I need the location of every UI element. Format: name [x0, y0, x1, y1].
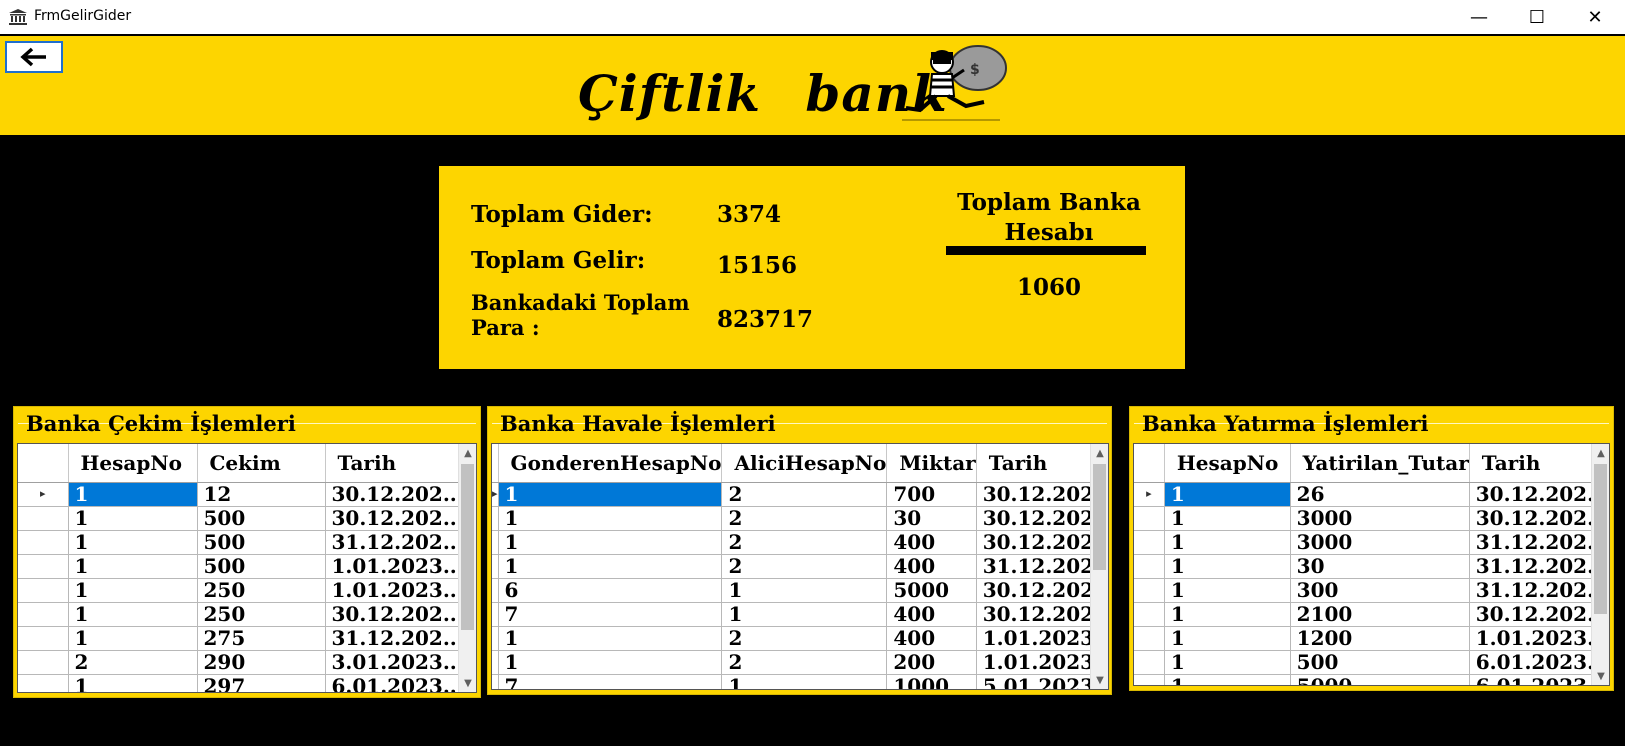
divider: [946, 246, 1146, 255]
table-row[interactable]: ▸ 1 26 30.12.202...: [1134, 482, 1609, 507]
table-header-row: GonderenHesapNo AliciHesapNo Miktar Tari…: [492, 444, 1108, 483]
transfers-table: GonderenHesapNo AliciHesapNo Miktar Tari…: [492, 444, 1108, 689]
table-row[interactable]: 1 297 6.01.2023...: [18, 674, 465, 692]
table-row[interactable]: 1 5000 6.01.2023...: [1134, 674, 1609, 685]
column-header[interactable]: Cekim: [197, 444, 326, 483]
scroll-up-icon[interactable]: ▲: [459, 444, 476, 462]
table-header-row: HesapNo Cekim Tarih: [18, 444, 465, 483]
table-row[interactable]: 1 500 6.01.2023...: [1134, 650, 1609, 675]
summary-panel: Toplam Gider: 3374 Toplam Gelir: 15156 B…: [439, 166, 1185, 369]
total-bank-accounts-value: 1060: [1016, 274, 1081, 301]
deposits-title: Banka Yatırma İşlemleri: [1142, 411, 1429, 436]
back-button[interactable]: [5, 41, 63, 73]
total-income-label: Toplam Gelir:: [471, 247, 646, 274]
table-row[interactable]: 1 2100 30.12.202...: [1134, 602, 1609, 627]
vertical-scrollbar[interactable]: ▲ ▼: [1591, 444, 1609, 685]
scroll-down-icon[interactable]: ▼: [459, 674, 476, 692]
vertical-scrollbar[interactable]: ▲ ▼: [1090, 444, 1108, 689]
scroll-down-icon[interactable]: ▼: [1091, 671, 1108, 689]
thief-icon: $: [902, 45, 1007, 121]
table-row[interactable]: 1 2 400 31.12.202...: [492, 554, 1108, 579]
table-row[interactable]: 1 1200 1.01.2023...: [1134, 626, 1609, 651]
table-row[interactable]: 6 1 5000 30.12.202...: [492, 578, 1108, 603]
table-row[interactable]: 1 250 1.01.2023...: [18, 578, 465, 603]
scroll-up-icon[interactable]: ▲: [1592, 444, 1609, 462]
table-header-row: HesapNo Yatirilan_Tutar Tarih: [1134, 444, 1609, 483]
transfers-group: Banka Havale İşlemleri GonderenHesapNo A…: [487, 406, 1112, 695]
table-row[interactable]: 1 2 400 1.01.2023 ...: [492, 626, 1108, 651]
column-header[interactable]: HesapNo: [1164, 444, 1291, 483]
column-header[interactable]: HesapNo: [68, 444, 198, 483]
withdrawals-title: Banka Çekim İşlemleri: [26, 411, 296, 436]
header-banner: Çiftlik bank $: [0, 36, 1625, 135]
table-row[interactable]: 1 2 200 1.01.2023 ...: [492, 650, 1108, 675]
transfers-grid[interactable]: GonderenHesapNo AliciHesapNo Miktar Tari…: [491, 443, 1109, 690]
table-row[interactable]: 1 3000 30.12.202...: [1134, 506, 1609, 531]
scroll-thumb[interactable]: [1594, 464, 1607, 614]
table-row[interactable]: 1 3000 31.12.202...: [1134, 530, 1609, 555]
bank-total-money-label: Bankadaki Toplam Para :: [471, 290, 690, 340]
table-row[interactable]: 1 500 1.01.2023...: [18, 554, 465, 579]
table-row[interactable]: 1 2 30 30.12.202...: [492, 506, 1108, 531]
column-header[interactable]: Tarih: [325, 444, 465, 483]
table-row[interactable]: 1 2 400 30.12.202...: [492, 530, 1108, 555]
total-expense-value: 3374: [717, 201, 782, 228]
withdrawals-grid[interactable]: HesapNo Cekim Tarih ▸ 1 12 30.12.202... 1 50…: [17, 443, 477, 693]
brand-title: Çiftlik bank: [578, 64, 948, 123]
column-header[interactable]: GonderenHesapNo: [498, 444, 723, 483]
scroll-thumb[interactable]: [1093, 464, 1106, 570]
svg-text:$: $: [970, 62, 980, 78]
column-header[interactable]: Miktar: [886, 444, 977, 483]
transfers-title: Banka Havale İşlemleri: [500, 411, 776, 436]
window-title: FrmGelirGider: [34, 8, 132, 24]
table-row[interactable]: 2 290 3.01.2023...: [18, 650, 465, 675]
deposits-table: HesapNo Yatirilan_Tutar Tarih ▸ 1 26 30.12.…: [1134, 444, 1609, 685]
table-row[interactable]: 1 30 31.12.202...: [1134, 554, 1609, 579]
table-row[interactable]: 1 500 31.12.202...: [18, 530, 465, 555]
column-header[interactable]: AliciHesapNo: [721, 444, 888, 483]
table-row[interactable]: 1 275 31.12.202...: [18, 626, 465, 651]
close-button[interactable]: ✕: [1566, 0, 1624, 34]
arrow-left-icon: [20, 47, 46, 67]
column-header[interactable]: Tarih: [1469, 444, 1609, 483]
column-header[interactable]: Yatirilan_Tutar: [1290, 444, 1470, 483]
scroll-thumb[interactable]: [461, 464, 474, 630]
total-bank-accounts-label: Toplam Banka Hesabı: [957, 189, 1141, 246]
scroll-up-icon[interactable]: ▲: [1091, 444, 1108, 462]
bank-icon: [9, 9, 27, 25]
table-row[interactable]: 7 1 1000 5.01.2023...: [492, 674, 1108, 689]
deposits-group: Banka Yatırma İşlemleri HesapNo Yatirila…: [1129, 406, 1614, 691]
table-row[interactable]: 7 1 400 30.12.202...: [492, 602, 1108, 627]
deposits-grid[interactable]: HesapNo Yatirilan_Tutar Tarih ▸ 1 26 30.12.…: [1133, 443, 1610, 686]
total-expense-label: Toplam Gider:: [471, 201, 653, 228]
table-row[interactable]: 1 250 30.12.202...: [18, 602, 465, 627]
bank-total-money-value: 823717: [717, 306, 814, 333]
vertical-scrollbar[interactable]: ▲ ▼: [458, 444, 476, 692]
withdrawals-group: Banka Çekim İşlemleri HesapNo Cekim Tari…: [13, 406, 481, 698]
maximize-button[interactable]: ☐: [1508, 0, 1566, 34]
minimize-button[interactable]: —: [1450, 0, 1508, 34]
table-row[interactable]: 1 500 30.12.202...: [18, 506, 465, 531]
total-income-value: 15156: [717, 252, 798, 279]
table-row[interactable]: ▸ 1 2 700 30.12.202...: [492, 482, 1108, 507]
table-row[interactable]: 1 300 31.12.202...: [1134, 578, 1609, 603]
table-row[interactable]: ▸ 1 12 30.12.202...: [18, 482, 465, 507]
scroll-down-icon[interactable]: ▼: [1592, 667, 1609, 685]
withdrawals-table: HesapNo Cekim Tarih ▸ 1 12 30.12.202... 1 50…: [18, 444, 465, 692]
title-bar: FrmGelirGider — ☐ ✕: [0, 0, 1625, 34]
